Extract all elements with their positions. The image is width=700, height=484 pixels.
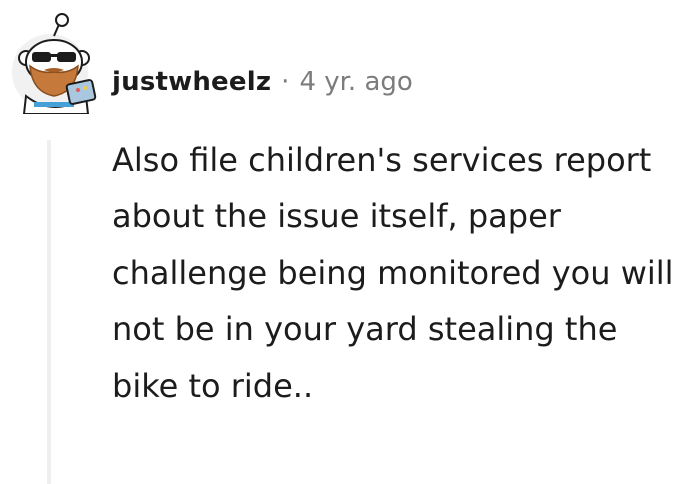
meta-separator: · bbox=[281, 67, 290, 97]
comment-timestamp[interactable]: 4 yr. ago bbox=[299, 67, 412, 97]
snoo-avatar-bearded-sunglasses-icon bbox=[12, 13, 97, 115]
user-avatar[interactable] bbox=[8, 10, 104, 115]
comment-body: Also file children's services report abo… bbox=[112, 141, 674, 405]
comment-meta: justwheelz · 4 yr. ago bbox=[112, 62, 413, 102]
thread-line[interactable] bbox=[47, 140, 51, 484]
comment-author-link[interactable]: justwheelz bbox=[112, 67, 271, 97]
